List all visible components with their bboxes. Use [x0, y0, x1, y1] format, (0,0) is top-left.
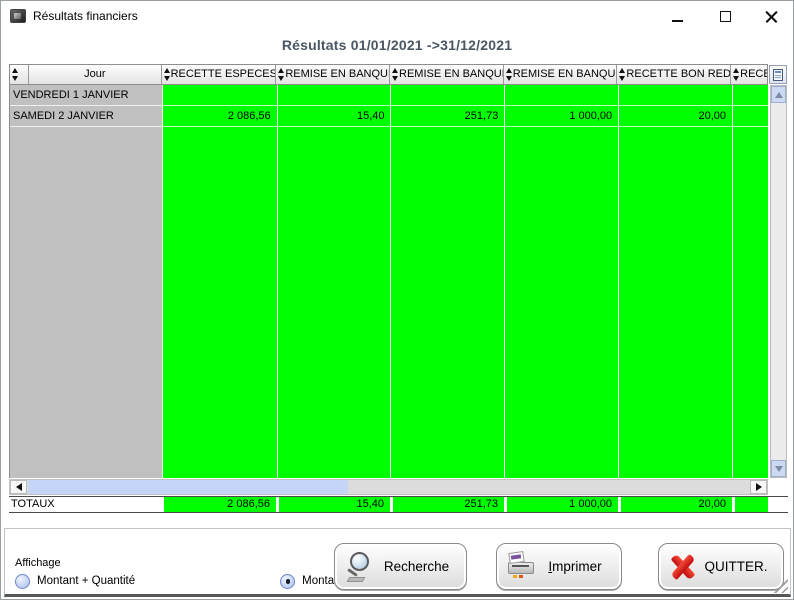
triangle-down-icon	[775, 466, 783, 472]
totals-row: TOTAUX 2 086,56 15,40 251,73 1 000,00 20…	[9, 496, 788, 513]
table-cell[interactable]: 20,00	[619, 106, 732, 127]
triangle-left-icon	[16, 483, 22, 491]
sort-icon	[618, 68, 627, 81]
table-cell[interactable]	[733, 85, 768, 106]
page-title: Résultats 01/01/2021 ->31/12/2021	[1, 37, 793, 53]
vertical-scrollbar[interactable]	[770, 85, 787, 478]
scroll-down-button[interactable]	[771, 460, 786, 477]
table-cell[interactable]	[733, 106, 768, 127]
app-icon	[10, 9, 26, 23]
bottom-panel: Affichage Montant + Quantité Montant Qua…	[4, 528, 791, 597]
column-header-remise-banque-b[interactable]: REMISE EN BANQUE B	[504, 65, 618, 84]
table-cell-jour[interactable]: VENDREDI 1 JANVIER	[10, 85, 162, 106]
column-header-jour[interactable]: Jour	[29, 65, 162, 84]
minimize-icon	[672, 20, 683, 22]
column-header-recette-especes[interactable]: RECETTE ESPECES	[162, 65, 277, 84]
red-x-icon	[669, 552, 697, 582]
totals-cell	[732, 497, 768, 512]
column-recette-especes: 2 086,56	[162, 85, 277, 478]
column-header-remise-banque-t[interactable]: REMISE EN BANQUE T	[276, 65, 390, 84]
column-remise-banque-t: 15,40	[277, 85, 391, 478]
table-cell[interactable]	[278, 85, 391, 106]
horizontal-scrollbar[interactable]	[9, 479, 768, 495]
totals-cell: 2 086,56	[161, 497, 276, 512]
minimize-button[interactable]	[661, 6, 693, 27]
scroll-up-button[interactable]	[771, 86, 786, 103]
search-button[interactable]: Recherche	[334, 543, 467, 590]
radio-selected-icon[interactable]	[280, 574, 295, 589]
app-window: Résultats financiers Résultats 01/01/202…	[0, 0, 794, 600]
table-body: VENDREDI 1 JANVIER SAMEDI 2 JANVIER 2 08…	[9, 85, 768, 478]
table-cell[interactable]	[163, 85, 277, 106]
sort-icon	[277, 68, 286, 81]
maximize-button[interactable]	[709, 6, 741, 27]
sort-icon	[505, 68, 514, 81]
totals-cell: 15,40	[276, 497, 390, 512]
column-recette-bon-reduc: 20,00	[618, 85, 732, 478]
column-header-recette-bon-reduc[interactable]: RECETTE BON REDUC	[617, 65, 731, 84]
scroll-right-button[interactable]	[750, 480, 767, 494]
table-header-row: Jour RECETTE ESPECES REMISE EN BANQUE T …	[9, 64, 768, 85]
sort-icon	[11, 68, 20, 81]
totals-cell: 1 000,00	[504, 497, 618, 512]
sort-icon	[732, 68, 741, 81]
column-header-sort[interactable]	[10, 65, 29, 84]
sort-icon	[391, 68, 400, 81]
scroll-left-button[interactable]	[10, 480, 27, 494]
window-title: Résultats financiers	[33, 9, 138, 23]
triangle-up-icon	[775, 92, 783, 98]
print-label: Imprimer	[537, 559, 613, 574]
column-recet	[732, 85, 768, 478]
table-cell[interactable]: 2 086,56	[163, 106, 277, 127]
copy-sheet-icon	[773, 69, 783, 81]
column-remise-banque-b: 1 000,00	[504, 85, 618, 478]
affichage-label: Affichage	[15, 557, 61, 569]
horizontal-scrollbar-thumb[interactable]	[28, 480, 348, 494]
table-cell[interactable]	[619, 85, 732, 106]
column-header-remise-banque-c[interactable]: REMISE EN BANQUE C	[390, 65, 504, 84]
close-button[interactable]	[755, 6, 787, 27]
maximize-icon	[720, 11, 731, 22]
column-header-recet[interactable]: RECET	[731, 65, 767, 84]
print-button[interactable]: Imprimer	[496, 543, 622, 590]
table-cell[interactable]	[391, 85, 504, 106]
table-cell-jour[interactable]: SAMEDI 2 JANVIER	[10, 106, 162, 127]
table-cell[interactable]: 251,73	[391, 106, 504, 127]
close-icon	[765, 10, 778, 23]
triangle-right-icon	[756, 483, 762, 491]
radio-montant-quantite[interactable]: Montant + Quantité	[15, 574, 135, 589]
radio-icon[interactable]	[15, 574, 30, 589]
quit-button[interactable]: QUITTER.	[658, 543, 784, 590]
totals-cell: 20,00	[618, 497, 732, 512]
table-cell[interactable]: 1 000,00	[505, 106, 618, 127]
totals-label: TOTAUX	[9, 497, 161, 512]
column-remise-banque-c: 251,73	[390, 85, 504, 478]
magnifier-icon	[345, 551, 375, 583]
table-cell[interactable]	[505, 85, 618, 106]
table-cell[interactable]: 15,40	[278, 106, 391, 127]
printer-icon	[507, 551, 537, 583]
column-jour: VENDREDI 1 JANVIER SAMEDI 2 JANVIER	[10, 85, 162, 478]
sort-icon	[163, 68, 172, 81]
copy-grid-button[interactable]	[769, 65, 787, 84]
title-bar: Résultats financiers	[1, 1, 793, 31]
totals-cell: 251,73	[390, 497, 504, 512]
